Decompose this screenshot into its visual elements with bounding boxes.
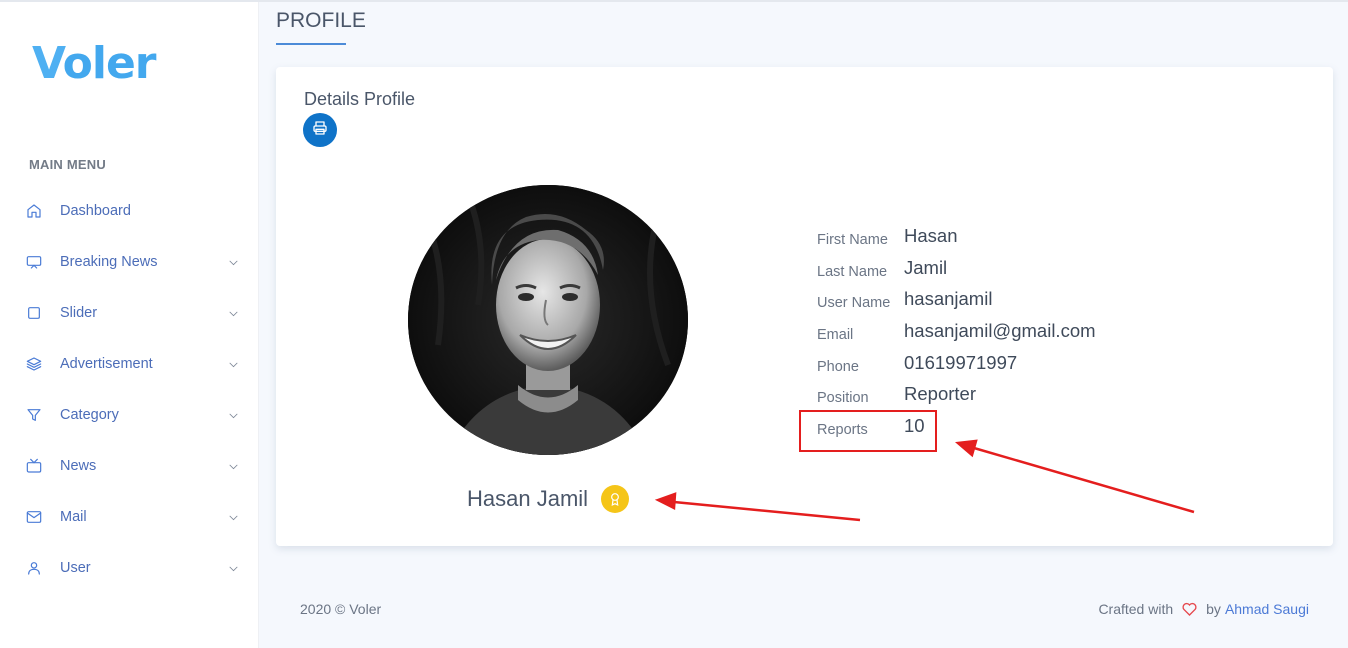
arrow-to-name (673, 500, 861, 522)
detail-label: Phone (817, 358, 859, 375)
monitor-icon (26, 254, 42, 270)
mail-icon (26, 509, 42, 525)
arrow-to-reports (973, 446, 1195, 514)
sidebar-item-dashboard[interactable]: Dashboard (0, 185, 259, 236)
home-icon (26, 203, 42, 219)
tv-icon (26, 458, 42, 474)
sidebar-item-slider[interactable]: Slider (0, 287, 259, 338)
main-menu-title: MAIN MENU (29, 157, 106, 172)
sidebar-item-user[interactable]: User (0, 542, 259, 593)
arrow-head (654, 492, 677, 510)
detail-label: Position (817, 390, 869, 407)
detail-value: Hasan (904, 225, 958, 246)
profile-avatar (408, 185, 688, 455)
chevron-down-icon[interactable] (227, 460, 240, 473)
detail-label: Email (817, 327, 854, 344)
user-icon (26, 560, 42, 576)
arrow-head (955, 439, 978, 458)
card-title: Details Profile (304, 89, 416, 109)
chevron-down-icon[interactable] (227, 409, 240, 422)
profile-name: Hasan Jamil (467, 486, 589, 511)
print-button[interactable] (303, 113, 337, 147)
footer-crafted-text: Crafted with (1098, 601, 1174, 617)
detail-value: Jamil (904, 256, 948, 278)
filter-icon (26, 407, 42, 423)
sidebar-item-news[interactable]: News (0, 440, 259, 491)
sidebar-item-category[interactable]: Category (0, 389, 259, 440)
square-icon (26, 305, 42, 321)
sidebar-item-mail[interactable]: Mail (0, 491, 259, 542)
detail-label: User Name (817, 295, 891, 312)
title-underline (276, 43, 346, 45)
printer-icon (312, 120, 328, 141)
main-menu: Dashboard Breaking News Slider Advertise… (0, 185, 259, 593)
chevron-down-icon[interactable] (227, 562, 240, 575)
award-icon (601, 485, 629, 513)
sidebar-item-label: Breaking News (60, 253, 158, 270)
sidebar: Voler MAIN MENU Dashboard Breaking News … (0, 2, 259, 648)
app-logo[interactable]: Voler (32, 38, 157, 89)
annotation-highlight-box (799, 410, 937, 452)
sidebar-item-label: News (60, 457, 97, 474)
author-link[interactable]: Ahmad Saugi (1225, 601, 1309, 617)
sidebar-item-label: Mail (60, 508, 87, 525)
profile-card: Details Profile Hasan Jamil First Name H… (276, 67, 1333, 546)
footer-by-text: by (1206, 601, 1221, 617)
chevron-down-icon[interactable] (227, 256, 240, 269)
detail-value: hasanjamil (904, 288, 993, 310)
detail-label: Last Name (817, 263, 888, 280)
detail-value: 01619971997 (904, 351, 1018, 373)
sidebar-item-label: Dashboard (60, 202, 131, 219)
chevron-down-icon[interactable] (227, 358, 240, 371)
footer-copyright: 2020 © Voler (300, 601, 382, 617)
sidebar-item-label: User (60, 559, 91, 576)
sidebar-item-advertisement[interactable]: Advertisement (0, 338, 259, 389)
sidebar-item-label: Category (60, 406, 119, 423)
chevron-down-icon[interactable] (227, 307, 240, 320)
detail-value: hasanjamil@gmail.com (904, 320, 1096, 342)
layers-icon (26, 356, 42, 372)
sidebar-item-label: Advertisement (60, 355, 153, 372)
sidebar-item-breaking-news[interactable]: Breaking News (0, 236, 259, 287)
detail-value: Reporter (904, 383, 976, 405)
chevron-down-icon[interactable] (227, 511, 240, 524)
heart-icon (1181, 601, 1198, 617)
sidebar-item-label: Slider (60, 304, 98, 321)
page-title: PROFILE (276, 9, 366, 32)
detail-label: First Name (817, 232, 888, 248)
footer-credits: Crafted with by Ahmad Saugi (1098, 601, 1309, 617)
